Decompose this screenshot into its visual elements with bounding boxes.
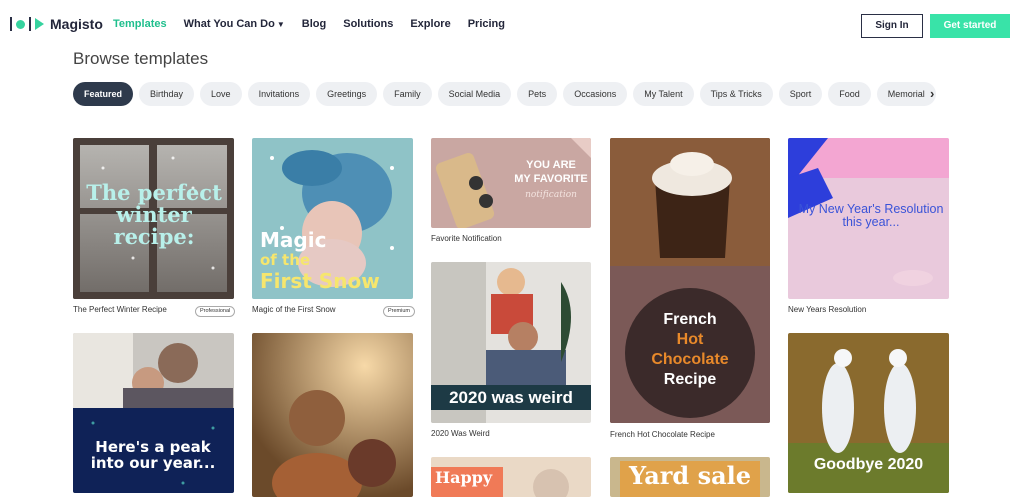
chip-social-media[interactable]: Social Media	[437, 82, 512, 106]
template-caption: New Years Resolution	[788, 305, 867, 314]
template-overlay-hot: Hot	[676, 331, 704, 348]
template-card-yard-sale[interactable]: Yard sale	[610, 457, 770, 497]
template-card-french-hot-chocolate[interactable]: French Hot Chocolate Recipe	[610, 138, 770, 423]
template-card-2020-weird[interactable]: 2020 was weird	[431, 262, 591, 423]
template-caption: Magic of the First Snow	[252, 305, 336, 314]
chip-love[interactable]: Love	[200, 82, 242, 106]
brand-name: Magisto	[50, 16, 103, 32]
template-card-peak-into-year[interactable]: Here's a peak into our year...	[73, 333, 234, 493]
chip-occasions[interactable]: Occasions	[563, 82, 628, 106]
chip-pets[interactable]: Pets	[517, 82, 558, 106]
chip-sport[interactable]: Sport	[778, 82, 823, 106]
get-started-button[interactable]: Get started	[930, 14, 1010, 38]
template-overlay-text: The perfect winter recipe:	[86, 180, 222, 250]
template-card-couple[interactable]	[252, 333, 413, 497]
chip-invitations[interactable]: Invitations	[247, 82, 311, 106]
template-caption: Favorite Notification	[431, 234, 502, 243]
sign-in-button[interactable]: Sign In	[861, 14, 923, 38]
template-overlay-my-favorite: MY FAVORITE	[514, 173, 588, 185]
template-overlay-french: French	[663, 311, 717, 328]
nav-solutions[interactable]: Solutions	[343, 18, 393, 30]
brand-logo[interactable]: Magisto	[10, 16, 103, 32]
couple-photo-thumbnail	[252, 333, 413, 497]
template-caption: 2020 Was Weird	[431, 429, 490, 438]
template-overlay-text: 2020 was weird	[431, 385, 591, 410]
nav-what-you-can-do-label: What You Can Do	[183, 18, 275, 30]
top-navigation-bar: Magisto Templates What You Can Do ▼ Blog …	[0, 0, 1024, 50]
nav-templates[interactable]: Templates	[113, 18, 167, 30]
template-overlay-text: My New Year's Resolution this year...	[798, 202, 944, 230]
template-card-perfect-winter-recipe[interactable]: The perfect winter recipe:	[73, 138, 234, 299]
template-overlay-recipe: Recipe	[663, 371, 717, 388]
template-card-first-snow[interactable]: Magic of the First Snow	[252, 138, 413, 299]
template-overlay-chocolate: Chocolate	[651, 351, 729, 368]
template-overlay-you-are: YOU ARE	[526, 159, 576, 171]
chip-my-talent[interactable]: My Talent	[633, 82, 694, 106]
nav-what-you-can-do[interactable]: What You Can Do ▼	[184, 18, 285, 30]
template-overlay-of-the: of the	[260, 251, 311, 269]
template-card-new-years-resolution[interactable]: My New Year's Resolution this year...	[788, 138, 949, 299]
page-title: Browse templates	[73, 49, 209, 68]
nav-pricing[interactable]: Pricing	[468, 18, 505, 30]
chip-food[interactable]: Food	[828, 82, 871, 106]
chip-family[interactable]: Family	[383, 82, 432, 106]
chip-birthday[interactable]: Birthday	[139, 82, 195, 106]
chip-greetings[interactable]: Greetings	[316, 82, 378, 106]
category-filter-bar: Featured Birthday Love Invitations Greet…	[73, 82, 936, 106]
template-caption: French Hot Chocolate Recipe	[610, 430, 715, 439]
nav-explore[interactable]: Explore	[410, 18, 450, 30]
chip-tips-tricks[interactable]: Tips & Tricks	[699, 82, 773, 106]
nav-blog[interactable]: Blog	[302, 18, 326, 30]
magisto-logo-icon	[10, 17, 44, 31]
chevron-down-icon: ▼	[276, 20, 285, 29]
chip-featured[interactable]: Featured	[73, 82, 134, 106]
professional-badge: Professional	[195, 306, 236, 317]
chevron-right-icon[interactable]: ›	[930, 86, 934, 101]
template-card-goodbye-2020[interactable]: Goodbye 2020	[788, 333, 949, 493]
template-card-happy[interactable]: Happy	[431, 457, 591, 497]
template-card-favorite-notification[interactable]: YOU ARE MY FAVORITE notification	[431, 138, 591, 228]
template-overlay-notification: notification	[525, 190, 577, 200]
premium-badge: Premium	[383, 306, 416, 317]
template-overlay-text: Yard sale	[628, 461, 752, 490]
template-overlay-text: Here's a peak into our year...	[90, 438, 216, 472]
template-overlay-text: Happy	[435, 468, 493, 487]
template-overlay-first-snow: First Snow	[260, 269, 380, 293]
template-overlay-text: Goodbye 2020	[813, 456, 924, 473]
main-nav: Templates What You Can Do ▼ Blog Solution…	[113, 18, 505, 30]
chip-memorial[interactable]: Memorial	[876, 82, 936, 106]
template-caption: The Perfect Winter Recipe	[73, 305, 167, 314]
template-overlay-magic: Magic	[260, 228, 327, 252]
